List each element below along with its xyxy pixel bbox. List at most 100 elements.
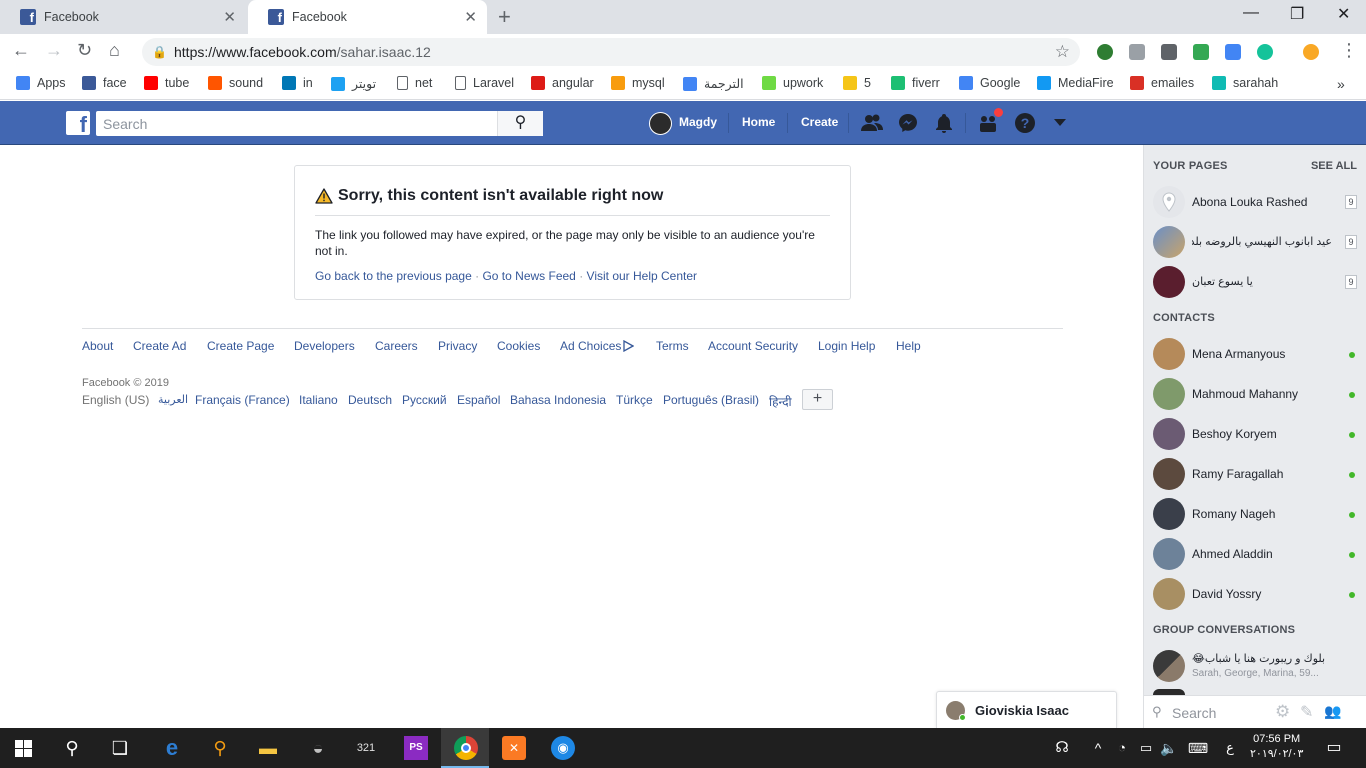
language-link[interactable]: हिन्दी: [769, 393, 792, 410]
bookmark-item[interactable]: tube: [144, 76, 189, 90]
action-center-icon[interactable]: ▭: [1322, 736, 1346, 760]
bookmark-item[interactable]: تويتر: [331, 76, 376, 91]
bookmark-item[interactable]: upwork: [762, 76, 823, 90]
people-icon[interactable]: ☊: [1050, 736, 1074, 760]
search-icon[interactable]: ⚲: [497, 111, 543, 136]
chat-settings-gear-icon[interactable]: ⚙: [1275, 702, 1290, 722]
bookmark-item[interactable]: MediaFire: [1037, 76, 1114, 90]
bookmark-item[interactable]: net: [397, 76, 432, 90]
home-link[interactable]: Home: [742, 115, 775, 129]
contact-item[interactable]: Ahmed Aladdin: [1152, 538, 1362, 570]
extension-download-icon[interactable]: [1129, 44, 1145, 60]
reload-button[interactable]: ↻: [77, 40, 92, 61]
language-link[interactable]: Italiano: [299, 393, 338, 407]
create-group-icon[interactable]: 👥: [1324, 703, 1341, 720]
facebook-search-input[interactable]: [96, 111, 543, 136]
news-feed-link[interactable]: Go to News Feed: [482, 269, 575, 283]
chrome-menu-icon[interactable]: ⋮: [1340, 40, 1358, 61]
help-question-icon[interactable]: ?: [1015, 113, 1035, 133]
network-icon[interactable]: ◔: [1110, 736, 1134, 760]
footer-link-developers[interactable]: Developers: [294, 339, 355, 353]
chat-tab[interactable]: Gioviskia Isaac: [936, 691, 1117, 728]
input-language-indicator[interactable]: ع: [1218, 736, 1242, 760]
bookmark-item[interactable]: face: [82, 76, 127, 90]
file-explorer-icon[interactable]: ▬: [256, 736, 280, 760]
footer-link-login-help[interactable]: Login Help: [818, 339, 875, 353]
close-window-button[interactable]: ✕: [1337, 4, 1350, 24]
contact-item[interactable]: Romany Nageh: [1152, 498, 1362, 530]
footer-link-privacy[interactable]: Privacy: [438, 339, 477, 353]
language-link[interactable]: Français (France): [195, 393, 290, 407]
contact-item[interactable]: Beshoy Koryem: [1152, 418, 1362, 450]
language-link[interactable]: Русский: [402, 393, 447, 407]
footer-link-ad-choices[interactable]: Ad Choices: [560, 339, 635, 353]
footer-link-help[interactable]: Help: [896, 339, 921, 353]
see-all-link[interactable]: SEE ALL: [1311, 160, 1357, 172]
bookmark-item[interactable]: 5: [843, 76, 871, 90]
create-link[interactable]: Create: [801, 115, 838, 129]
wifi-app-icon[interactable]: ◉: [551, 736, 575, 760]
edge-browser-icon[interactable]: e: [160, 736, 184, 760]
more-bookmarks-chevron-icon[interactable]: »: [1337, 76, 1345, 92]
footer-link-account-security[interactable]: Account Security: [708, 339, 798, 353]
contact-item[interactable]: Mena Armanyous: [1152, 338, 1362, 370]
contact-item[interactable]: Ramy Faragallah: [1152, 458, 1362, 490]
task-view-icon[interactable]: ❏: [108, 736, 132, 760]
close-tab-icon[interactable]: ✕: [223, 8, 236, 26]
bookmark-item[interactable]: fiverr: [891, 76, 940, 90]
page-item[interactable]: يا يسوع تعبان 9: [1152, 266, 1362, 298]
new-tab-button[interactable]: +: [498, 4, 511, 30]
profile-avatar-icon[interactable]: [1303, 44, 1319, 60]
maximize-button[interactable]: ❐: [1290, 4, 1304, 24]
browser-tab-active[interactable]: f Facebook ✕: [248, 0, 487, 34]
new-message-icon[interactable]: ✎: [1300, 702, 1313, 722]
keyboard-icon[interactable]: ⌨: [1186, 736, 1210, 760]
extension-avg-icon[interactable]: [1193, 44, 1209, 60]
group-conversation-item[interactable]: 😂بلوك و ريبورت هنا يا شباب Sarah, George…: [1152, 648, 1362, 684]
footer-link-create-ad[interactable]: Create Ad: [133, 339, 186, 353]
battery-icon[interactable]: ▭: [1134, 736, 1158, 760]
go-back-link[interactable]: Go back to the previous page: [315, 269, 472, 283]
profile-avatar[interactable]: [649, 112, 672, 135]
forward-button[interactable]: →: [45, 40, 63, 61]
language-link[interactable]: Türkçe: [616, 393, 653, 407]
footer-link-cookies[interactable]: Cookies: [497, 339, 540, 353]
footer-link-terms[interactable]: Terms: [656, 339, 689, 353]
extension-eyedropper-icon[interactable]: [1161, 44, 1177, 60]
bookmark-item[interactable]: angular: [531, 76, 594, 90]
notifications-bell-icon[interactable]: [934, 113, 954, 133]
page-item[interactable]: Abona Louka Rashed 9: [1152, 186, 1362, 218]
close-tab-icon[interactable]: ✕: [464, 8, 477, 26]
language-link[interactable]: Español: [457, 393, 500, 407]
browser-tab[interactable]: f Facebook ✕: [0, 0, 246, 34]
chrome-icon[interactable]: [454, 736, 478, 760]
bookmark-star-icon[interactable]: ☆: [1055, 38, 1070, 66]
language-link[interactable]: Deutsch: [348, 393, 392, 407]
bookmark-item[interactable]: in: [282, 76, 313, 90]
bookmark-item[interactable]: emailes: [1130, 76, 1194, 90]
extension-grammarly-icon[interactable]: [1257, 44, 1273, 60]
chat-search-bar[interactable]: ⚲ Search ⚙ ✎ 👥: [1144, 695, 1366, 728]
xampp-icon[interactable]: ✕: [502, 736, 526, 760]
page-item[interactable]: عيد ابانوب النهيسي بالروضه بلد . 9: [1152, 226, 1362, 258]
footer-link-about[interactable]: About: [82, 339, 113, 353]
back-button[interactable]: ←: [12, 40, 30, 61]
extension-globe-icon[interactable]: [1097, 44, 1113, 60]
bookmark-item[interactable]: sarahah: [1212, 76, 1278, 90]
friend-requests-icon[interactable]: [861, 114, 883, 132]
contact-item[interactable]: Mahmoud Mahanny: [1152, 378, 1362, 410]
facebook-logo-icon[interactable]: f: [66, 111, 90, 137]
system-clock[interactable]: 07:56 PM ٢٠١٩/٠٢/٠٣: [1250, 732, 1303, 762]
bookmark-item[interactable]: mysql: [611, 76, 665, 90]
language-link[interactable]: Bahasa Indonesia: [510, 393, 606, 407]
footer-link-create-page[interactable]: Create Page: [207, 339, 274, 353]
language-link[interactable]: Português (Brasil): [663, 393, 759, 407]
messenger-icon[interactable]: [898, 113, 918, 133]
bookmark-item[interactable]: Laravel: [455, 76, 514, 90]
bookmark-item[interactable]: الترجمة: [683, 76, 744, 91]
phpstorm-icon[interactable]: PS: [404, 736, 428, 760]
minimize-button[interactable]: —: [1243, 4, 1259, 22]
volume-icon[interactable]: 🔈: [1157, 736, 1181, 760]
contact-item[interactable]: David Yossry: [1152, 578, 1362, 610]
bookmark-item[interactable]: Google: [959, 76, 1020, 90]
